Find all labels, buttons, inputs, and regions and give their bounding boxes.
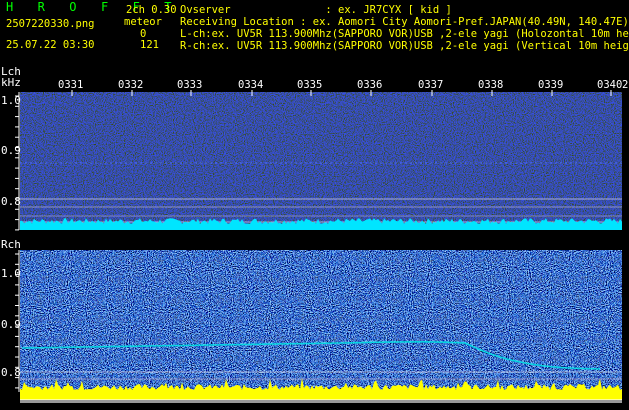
time-tick-label: 0340 <box>597 79 623 91</box>
spectrogram-display <box>15 90 622 403</box>
rch-waterfall-noise <box>20 250 622 390</box>
frequency-tick-label: 0.9 <box>1 144 21 157</box>
rch-amplitude-baseline <box>20 399 622 403</box>
frequency-tick-label: 1.0 <box>1 267 21 280</box>
time-tick-label: 0331 <box>58 79 84 91</box>
frequency-tick-label: 0.8 <box>1 195 21 208</box>
time-tick-label: 0333 <box>177 79 203 91</box>
time-tick-label: 0334 <box>238 79 264 91</box>
time-tick-label: 0335 <box>297 79 323 91</box>
time-tick-label: 2 <box>622 79 629 91</box>
time-tick-label: 0336 <box>357 79 383 91</box>
frequency-tick-label: 0.8 <box>1 366 21 379</box>
time-tick-label: 0339 <box>538 79 564 91</box>
frequency-tick-label: 0.9 <box>1 318 21 331</box>
time-tick-label: 0332 <box>118 79 144 91</box>
lch-waterfall-noise <box>20 92 622 230</box>
time-tick-label: 0338 <box>478 79 504 91</box>
frequency-tick-label: 1.0 <box>1 94 21 107</box>
time-tick-label: 0337 <box>418 79 444 91</box>
rch-label: Rch <box>1 238 21 251</box>
lch-unit-label: kHz <box>1 76 21 89</box>
